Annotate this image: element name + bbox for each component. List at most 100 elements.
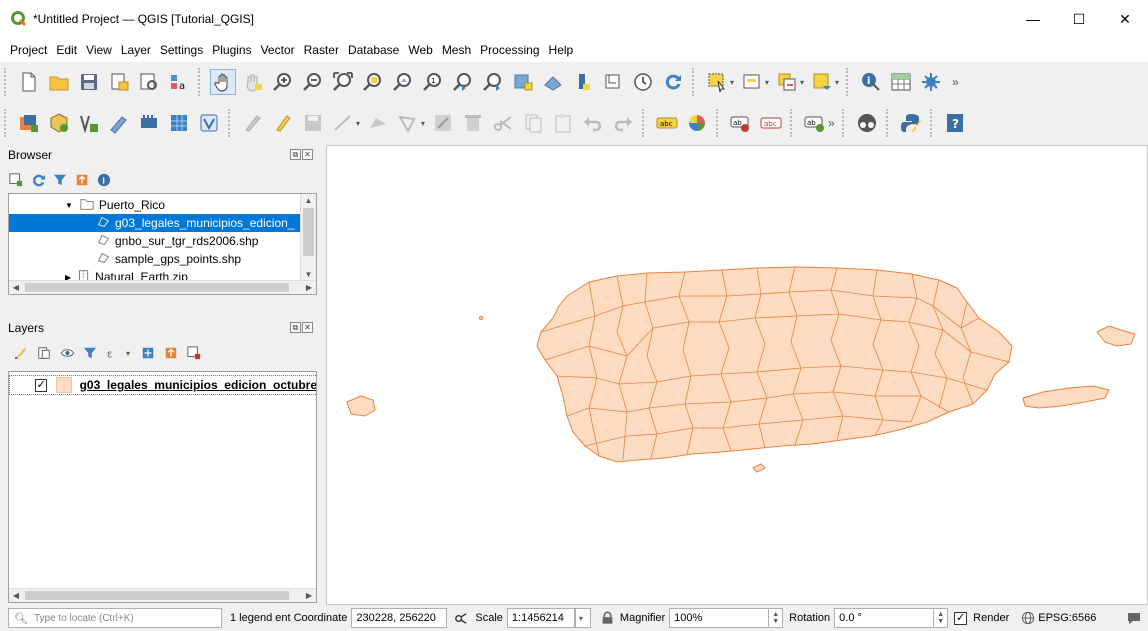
render-checkbox[interactable]: ✓ bbox=[954, 611, 968, 625]
zoom-next-icon[interactable] bbox=[480, 69, 506, 95]
save-edits-icon[interactable] bbox=[300, 110, 326, 136]
add-virtual-layer-icon[interactable] bbox=[196, 110, 222, 136]
expand-arrow-icon[interactable]: ▼ bbox=[65, 201, 73, 210]
tree-item-layer-selected[interactable]: g03_legales_municipios_edicion_ bbox=[9, 214, 316, 232]
toolbar-grip[interactable] bbox=[716, 109, 722, 137]
toolbar-grip[interactable] bbox=[885, 109, 892, 137]
zoom-to-layer-icon[interactable] bbox=[390, 69, 416, 95]
select-location-icon[interactable] bbox=[809, 69, 835, 95]
python-console-icon[interactable] bbox=[898, 110, 924, 136]
cut-features-icon[interactable] bbox=[490, 110, 516, 136]
zoom-last-icon[interactable] bbox=[450, 69, 476, 95]
style-manager-icon[interactable]: a bbox=[166, 69, 192, 95]
open-project-icon[interactable] bbox=[46, 69, 72, 95]
new-map-view-icon[interactable] bbox=[570, 69, 596, 95]
modify-attributes-icon[interactable] bbox=[430, 110, 456, 136]
properties-icon[interactable]: i bbox=[96, 172, 112, 188]
float-panel-icon[interactable]: ⧉ bbox=[290, 149, 301, 160]
delete-selected-icon[interactable] bbox=[460, 110, 486, 136]
scroll-up-icon[interactable]: ▲ bbox=[301, 194, 316, 208]
toolbar-overflow-button[interactable]: » bbox=[952, 75, 959, 89]
layer-item[interactable]: ✓ g03_legales_municipios_edicion_octubre bbox=[9, 375, 316, 395]
toolbar-grip[interactable] bbox=[228, 109, 234, 137]
add-delimited-text-icon[interactable] bbox=[136, 110, 162, 136]
zoom-full-icon[interactable] bbox=[330, 69, 356, 95]
lock-scale-icon[interactable] bbox=[601, 611, 614, 625]
add-line-icon[interactable] bbox=[330, 110, 356, 136]
label-toolbar-icon[interactable]: abc bbox=[654, 110, 680, 136]
float-panel-icon[interactable]: ⧉ bbox=[290, 322, 301, 333]
dropdown-arrow-icon[interactable]: ▾ bbox=[126, 349, 130, 358]
add-feature-icon[interactable] bbox=[365, 110, 391, 136]
close-panel-icon[interactable]: ✕ bbox=[302, 149, 313, 160]
select-by-value-icon[interactable] bbox=[774, 69, 800, 95]
browser-horizontal-scrollbar[interactable]: ◀ ▶ bbox=[9, 280, 316, 294]
menu-project[interactable]: Project bbox=[10, 43, 47, 57]
menu-vector[interactable]: Vector bbox=[261, 43, 295, 57]
scroll-left-icon[interactable]: ◀ bbox=[9, 281, 23, 294]
scale-dropdown-arrow-icon[interactable]: ▾ bbox=[574, 608, 591, 628]
pin-labels-icon[interactable]: ab bbox=[728, 110, 754, 136]
collapse-all-icon[interactable] bbox=[163, 345, 179, 361]
data-source-manager-icon[interactable] bbox=[16, 110, 42, 136]
style-panel-icon[interactable] bbox=[13, 345, 29, 361]
menu-settings[interactable]: Settings bbox=[160, 43, 203, 57]
menu-raster[interactable]: Raster bbox=[304, 43, 339, 57]
attribute-table-icon[interactable] bbox=[888, 69, 914, 95]
browser-vertical-scrollbar[interactable]: ▲ ▼ bbox=[300, 194, 316, 282]
new-print-layout-icon[interactable] bbox=[106, 69, 132, 95]
redo-icon[interactable] bbox=[610, 110, 636, 136]
crs-button[interactable]: EPSG:6566 bbox=[1038, 612, 1096, 624]
pan-to-selection-icon[interactable] bbox=[240, 69, 266, 95]
toolbar-grip[interactable] bbox=[642, 109, 648, 137]
pan-icon[interactable] bbox=[210, 69, 236, 95]
tree-item-layer[interactable]: sample_gps_points.shp bbox=[97, 250, 241, 268]
vertex-tool-icon[interactable] bbox=[395, 110, 421, 136]
coordinate-field[interactable]: 230228, 256220 bbox=[351, 608, 448, 628]
select-features-icon[interactable] bbox=[704, 69, 730, 95]
magnifier-spinner[interactable]: ▲ ▼ bbox=[769, 608, 784, 628]
menu-help[interactable]: Help bbox=[549, 43, 574, 57]
toolbar-grip[interactable] bbox=[4, 109, 10, 137]
close-button[interactable]: ✕ bbox=[1102, 0, 1148, 38]
menu-mesh[interactable]: Mesh bbox=[442, 43, 471, 57]
temporal-controller-icon[interactable] bbox=[630, 69, 656, 95]
add-layer-icon[interactable] bbox=[8, 172, 24, 188]
toolbar-grip[interactable] bbox=[929, 109, 936, 137]
toolbar-grip[interactable] bbox=[846, 68, 852, 96]
scroll-thumb[interactable] bbox=[303, 208, 314, 256]
toolbar-overflow-button[interactable]: » bbox=[828, 116, 835, 130]
toggle-editing-icon[interactable] bbox=[270, 110, 296, 136]
dropdown-arrow-icon[interactable]: ▾ bbox=[730, 78, 734, 87]
expand-all-icon[interactable] bbox=[140, 345, 156, 361]
current-edits-icon[interactable] bbox=[240, 110, 266, 136]
filter-icon[interactable] bbox=[52, 172, 68, 188]
georeferencer-icon[interactable] bbox=[854, 110, 880, 136]
add-raster-icon[interactable] bbox=[166, 110, 192, 136]
digitize-icon[interactable] bbox=[106, 110, 132, 136]
diagram-icon[interactable] bbox=[684, 110, 710, 136]
new-shapefile-icon[interactable] bbox=[76, 110, 102, 136]
deselect-icon[interactable] bbox=[739, 69, 765, 95]
scroll-right-icon[interactable]: ▶ bbox=[302, 589, 316, 602]
menu-web[interactable]: Web bbox=[408, 43, 432, 57]
toolbar-grip[interactable] bbox=[198, 68, 204, 96]
zoom-native-icon[interactable]: 1 bbox=[420, 69, 446, 95]
scroll-thumb[interactable] bbox=[25, 591, 289, 600]
refresh-icon[interactable] bbox=[660, 69, 686, 95]
menu-layer[interactable]: Layer bbox=[121, 43, 151, 57]
remove-layer-icon[interactable] bbox=[186, 345, 202, 361]
refresh-icon[interactable] bbox=[30, 172, 46, 188]
maximize-button[interactable]: ☐ bbox=[1056, 0, 1102, 38]
toolbar-grip[interactable] bbox=[692, 68, 698, 96]
new-project-icon[interactable] bbox=[16, 69, 42, 95]
processing-toolbox-icon[interactable] bbox=[918, 69, 944, 95]
messages-icon[interactable] bbox=[1126, 610, 1142, 626]
scale-field[interactable]: 1:1456214 bbox=[506, 608, 575, 628]
identify-icon[interactable]: i bbox=[858, 69, 884, 95]
scroll-thumb[interactable] bbox=[25, 283, 289, 292]
zoom-out-icon[interactable] bbox=[300, 69, 326, 95]
locator-search-input[interactable]: 🔍︎ Type to locate (Ctrl+K) bbox=[8, 608, 222, 628]
toolbar-grip[interactable] bbox=[4, 68, 10, 96]
dropdown-arrow-icon[interactable]: ▾ bbox=[835, 78, 839, 87]
